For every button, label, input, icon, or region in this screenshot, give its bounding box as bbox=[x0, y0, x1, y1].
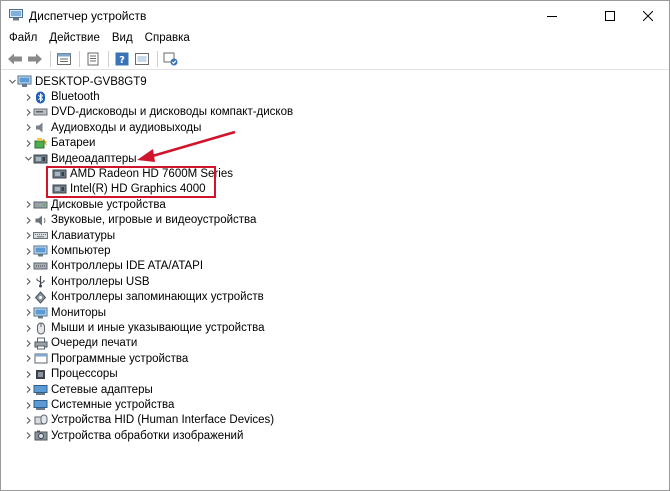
tree-item-hid[interactable]: Устройства HID (Human Interface Devices) bbox=[23, 413, 274, 428]
chevron-right-icon[interactable] bbox=[23, 122, 33, 134]
toolbar-separator bbox=[50, 50, 51, 67]
device-tree: DESKTOP-GVB8GT9 Bluetooth DVD-дисководы … bbox=[1, 71, 663, 489]
help-icon[interactable]: ? bbox=[113, 50, 131, 68]
printer-icon bbox=[33, 337, 48, 350]
bluetooth-icon bbox=[33, 91, 48, 104]
toolbar-separator bbox=[79, 50, 80, 67]
software-device-icon bbox=[33, 352, 48, 365]
tree-item-disk-drives[interactable]: Дисковые устройства bbox=[23, 197, 166, 212]
title-bar: Диспетчер устройств bbox=[1, 1, 669, 31]
sound-icon bbox=[33, 214, 48, 227]
tree-item-bluetooth[interactable]: Bluetooth bbox=[23, 89, 100, 104]
close-button[interactable] bbox=[625, 1, 669, 31]
tree-item-usb[interactable]: Контроллеры USB bbox=[23, 274, 150, 289]
menu-file[interactable]: Файл bbox=[3, 31, 43, 48]
audio-io-icon bbox=[33, 121, 48, 134]
chevron-right-icon[interactable] bbox=[23, 291, 33, 303]
chevron-right-icon[interactable] bbox=[23, 91, 33, 103]
monitor-icon bbox=[33, 306, 48, 319]
chevron-right-icon[interactable] bbox=[23, 137, 33, 149]
keyboard-icon bbox=[33, 229, 48, 242]
chevron-right-icon[interactable] bbox=[23, 214, 33, 226]
toolbar: ? bbox=[1, 48, 669, 70]
toolbar-separator bbox=[157, 50, 158, 67]
display-adapter-icon bbox=[33, 152, 48, 165]
chevron-down-icon[interactable] bbox=[7, 76, 17, 88]
dvd-drive-icon bbox=[33, 106, 48, 119]
computer-icon bbox=[17, 75, 32, 88]
tree-root[interactable]: DESKTOP-GVB8GT9 bbox=[7, 74, 147, 89]
chevron-right-icon[interactable] bbox=[23, 368, 33, 380]
back-arrow-icon[interactable] bbox=[6, 50, 24, 68]
svg-text:?: ? bbox=[119, 55, 125, 66]
tree-item-system-devices[interactable]: Системные устройства bbox=[23, 397, 174, 412]
chevron-right-icon[interactable] bbox=[23, 414, 33, 426]
properties-icon[interactable] bbox=[55, 50, 73, 68]
chevron-right-icon[interactable] bbox=[23, 276, 33, 288]
device-manager-window: Диспетчер устройств Файл Действие Вид Сп… bbox=[0, 0, 670, 491]
tree-item-mice[interactable]: Мыши и иные указывающие устройства bbox=[23, 320, 265, 335]
tree-item-display-adapters[interactable]: Видеоадаптеры bbox=[23, 151, 137, 166]
disk-drive-icon bbox=[33, 198, 48, 211]
mouse-icon bbox=[33, 322, 48, 335]
chevron-right-icon[interactable] bbox=[23, 260, 33, 272]
menu-help[interactable]: Справка bbox=[139, 31, 196, 48]
scan-icon[interactable] bbox=[84, 50, 102, 68]
monitor-icon bbox=[33, 245, 48, 258]
tree-item-processors[interactable]: Процессоры bbox=[23, 367, 118, 382]
tree-root-label: DESKTOP-GVB8GT9 bbox=[35, 75, 147, 88]
usb-icon bbox=[33, 275, 48, 288]
chevron-right-icon[interactable] bbox=[23, 307, 33, 319]
tree-item-keyboards[interactable]: Клавиатуры bbox=[23, 228, 115, 243]
chevron-right-icon[interactable] bbox=[23, 337, 33, 349]
network-adapter-icon bbox=[33, 383, 48, 396]
chevron-right-icon[interactable] bbox=[23, 230, 33, 242]
chevron-right-icon[interactable] bbox=[23, 245, 33, 257]
processor-icon bbox=[33, 368, 48, 381]
menu-action[interactable]: Действие bbox=[43, 31, 106, 48]
chevron-right-icon[interactable] bbox=[23, 353, 33, 365]
chevron-right-icon[interactable] bbox=[23, 384, 33, 396]
battery-icon bbox=[33, 137, 48, 150]
tree-item-monitors[interactable]: Мониторы bbox=[23, 305, 106, 320]
hid-icon bbox=[33, 414, 48, 427]
device-manager-icon bbox=[9, 9, 23, 21]
update-driver-icon[interactable] bbox=[162, 50, 180, 68]
annotation-arrow bbox=[137, 130, 236, 162]
chevron-right-icon[interactable] bbox=[23, 106, 33, 118]
minimize-button[interactable] bbox=[529, 1, 575, 31]
tree-item-storage-controllers[interactable]: Контроллеры запоминающих устройств bbox=[23, 290, 264, 305]
chevron-right-icon[interactable] bbox=[23, 430, 33, 442]
chevron-right-icon[interactable] bbox=[23, 199, 33, 211]
imaging-device-icon bbox=[33, 429, 48, 442]
show-hidden-icon[interactable] bbox=[133, 50, 151, 68]
tree-item-print-queues[interactable]: Очереди печати bbox=[23, 336, 137, 351]
tree-item-sound[interactable]: Звуковые, игровые и видеоустройства bbox=[23, 213, 256, 228]
system-device-icon bbox=[33, 399, 48, 412]
tree-item-ide[interactable]: Контроллеры IDE ATA/ATAPI bbox=[23, 259, 203, 274]
menu-bar: Файл Действие Вид Справка bbox=[1, 31, 669, 48]
highlight-box bbox=[46, 166, 216, 198]
tree-item-dvd[interactable]: DVD-дисководы и дисководы компакт-дисков bbox=[23, 105, 293, 120]
tree-item-battery[interactable]: Батареи bbox=[23, 136, 95, 151]
window-title: Диспетчер устройств bbox=[29, 9, 147, 23]
forward-arrow-icon[interactable] bbox=[26, 50, 44, 68]
chevron-down-icon[interactable] bbox=[23, 153, 33, 165]
tree-item-computer[interactable]: Компьютер bbox=[23, 243, 111, 258]
chevron-right-icon[interactable] bbox=[23, 322, 33, 334]
tree-item-imaging-devices[interactable]: Устройства обработки изображений bbox=[23, 428, 243, 443]
menu-view[interactable]: Вид bbox=[106, 31, 139, 48]
toolbar-separator bbox=[108, 50, 109, 67]
storage-controller-icon bbox=[33, 291, 48, 304]
tree-item-network-adapters[interactable]: Сетевые адаптеры bbox=[23, 382, 153, 397]
tree-item-software-devices[interactable]: Программные устройства bbox=[23, 351, 188, 366]
chevron-right-icon[interactable] bbox=[23, 399, 33, 411]
ide-controller-icon bbox=[33, 260, 48, 273]
